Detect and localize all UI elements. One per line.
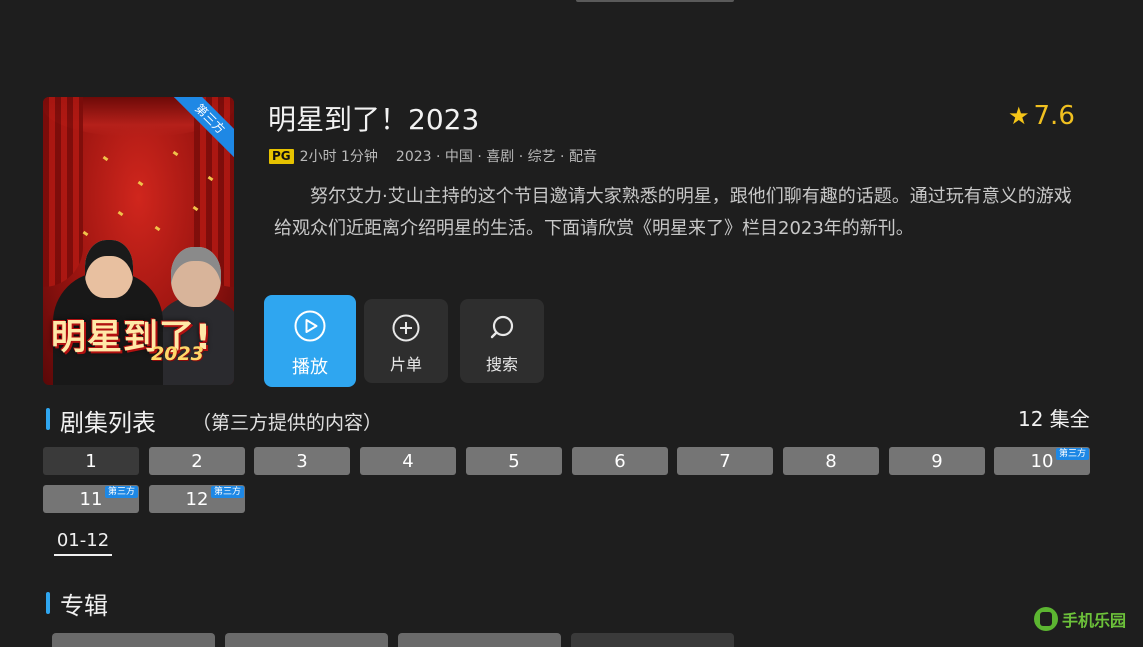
poster-confetti <box>117 210 124 217</box>
duration: 2小时 1分钟 <box>299 149 378 165</box>
episode-button[interactable]: 9 <box>889 447 985 475</box>
poster-confetti <box>102 155 109 162</box>
poster-confetti <box>154 225 161 232</box>
watermark-text: 手机乐园 <box>1062 611 1127 630</box>
episode-number: 4 <box>402 451 414 472</box>
play-icon <box>294 310 326 342</box>
site-watermark: 手机乐园 <box>1034 604 1134 634</box>
album-card[interactable] <box>398 633 561 647</box>
poster-third-party-ribbon: 第三方 <box>174 97 234 157</box>
episode-number: 11 <box>79 489 103 510</box>
episode-button[interactable]: 8 <box>783 447 879 475</box>
top-indicator-bar <box>576 0 734 2</box>
episode-button[interactable]: 7 <box>677 447 773 475</box>
album-card[interactable] <box>52 633 215 647</box>
episode-list-title: 剧集列表 <box>60 409 156 437</box>
episode-button[interactable]: 10 第三方 <box>994 447 1090 475</box>
section-accent-bar <box>46 408 50 430</box>
album-section-title: 专辑 <box>60 592 108 620</box>
poster-curtain-left <box>43 97 83 287</box>
episode-button[interactable]: 5 <box>466 447 562 475</box>
poster-confetti <box>82 230 89 237</box>
episode-number: 6 <box>614 451 626 472</box>
episode-button[interactable]: 3 <box>254 447 350 475</box>
poster-ribbon-wrap: 第三方 <box>174 97 234 157</box>
episode-number: 10 <box>1030 451 1054 472</box>
third-party-tag: 第三方 <box>1055 448 1089 460</box>
search-icon <box>490 315 514 339</box>
episode-list-note: （第三方提供的内容） <box>192 412 383 434</box>
episode-number: 7 <box>719 451 731 472</box>
show-meta: PG 2小时 1分钟 2023 · 中国 · 喜剧 · 综艺 · 配音 <box>269 146 597 166</box>
episode-number: 8 <box>825 451 837 472</box>
watermark-logo-icon <box>1034 607 1058 631</box>
episode-number: 12 <box>185 489 209 510</box>
album-card[interactable] <box>571 633 734 647</box>
show-title: 明星到了！2023 <box>268 103 480 136</box>
episode-number: 2 <box>191 451 203 472</box>
search-button[interactable]: 搜索 <box>460 299 544 383</box>
episode-number: 1 <box>85 451 97 472</box>
rating-value: 7.6 <box>1033 101 1075 131</box>
section-accent-bar <box>46 592 50 614</box>
show-info: 2023 · 中国 · 喜剧 · 综艺 · 配音 <box>395 149 597 165</box>
episode-button[interactable]: 1 <box>43 447 139 475</box>
episode-button[interactable]: 6 <box>572 447 668 475</box>
episode-button[interactable]: 12 第三方 <box>149 485 245 513</box>
add-to-list-button[interactable]: 片单 <box>364 299 448 383</box>
episode-button[interactable]: 11 第三方 <box>43 485 139 513</box>
poster-year-art: 2023 <box>151 343 204 365</box>
poster-host-left-head <box>85 240 133 298</box>
star-icon: ★ <box>1008 102 1030 130</box>
poster-host-right-head <box>171 247 221 307</box>
third-party-tag: 第三方 <box>210 486 244 498</box>
add-to-list-label: 片单 <box>389 355 422 374</box>
show-description: 努尔艾力·艾山主持的这个节目邀请大家熟悉的明星，跟他们聊有趣的话题。通过玩有意义… <box>274 186 1072 239</box>
episode-range-tab[interactable]: 01-12 <box>54 530 112 556</box>
episode-button[interactable]: 2 <box>149 447 245 475</box>
episode-number: 3 <box>296 451 308 472</box>
episode-number: 5 <box>508 451 520 472</box>
pg-badge: PG <box>269 148 294 164</box>
play-button-label: 播放 <box>292 357 328 378</box>
episode-count: 12 集全 <box>1018 407 1090 431</box>
episode-button[interactable]: 4 <box>360 447 456 475</box>
show-poster[interactable]: 明星到了! 2023 第三方 <box>43 97 234 385</box>
play-button[interactable]: 播放 <box>264 295 356 387</box>
episode-number: 9 <box>931 451 943 472</box>
poster-confetti <box>137 180 144 187</box>
search-button-label: 搜索 <box>485 355 518 374</box>
plus-circle-icon <box>392 314 420 342</box>
album-card[interactable] <box>225 633 388 647</box>
third-party-tag: 第三方 <box>104 486 138 498</box>
rating: ★ 7.6 <box>1008 101 1075 131</box>
